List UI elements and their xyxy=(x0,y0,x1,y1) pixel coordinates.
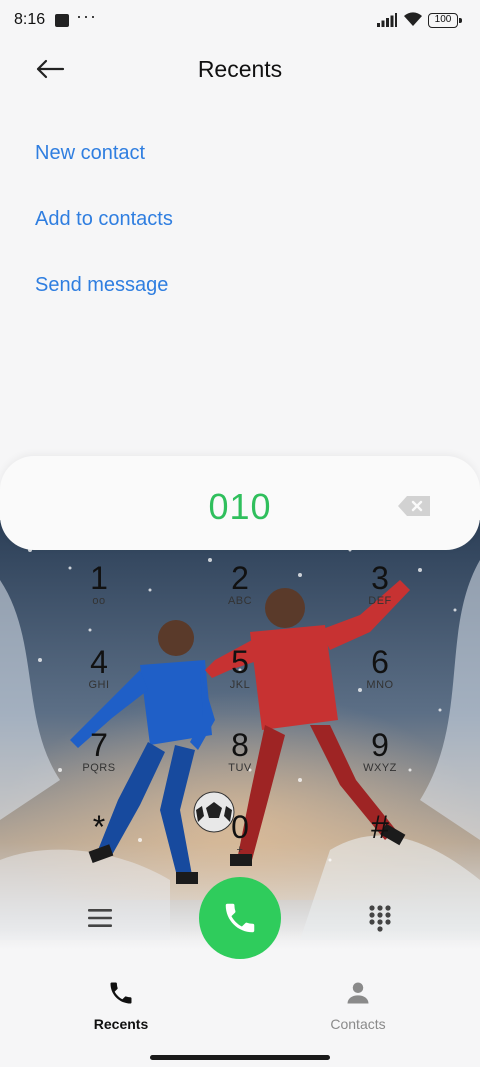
key-letters: oo xyxy=(92,595,106,607)
key-letters: WXYZ xyxy=(363,762,397,774)
key-letters: JKL xyxy=(229,679,251,691)
key-letters: TUV xyxy=(228,762,252,774)
key-digit: 2 xyxy=(231,560,249,596)
key-0[interactable]: 0 + xyxy=(195,810,285,880)
key-letters: + xyxy=(236,844,244,856)
phone-icon xyxy=(225,903,255,933)
key-9[interactable]: 9 WXYZ xyxy=(335,728,425,798)
key-3[interactable]: 3 DEF xyxy=(335,561,425,631)
dialpad-icon xyxy=(369,905,391,932)
key-digit: 5 xyxy=(231,644,249,680)
key-digit: 8 xyxy=(231,727,249,763)
key-1[interactable]: 1 oo xyxy=(54,561,144,631)
key-6[interactable]: 6 MNO xyxy=(335,645,425,715)
call-button[interactable] xyxy=(199,877,281,959)
key-5[interactable]: 5 JKL xyxy=(195,645,285,715)
battery-level: 100 xyxy=(434,14,452,25)
key-digit: 0 xyxy=(231,809,249,845)
signal-icon xyxy=(377,13,397,27)
tab-contacts-label: Contacts xyxy=(330,1016,386,1032)
wifi-icon xyxy=(404,12,422,26)
hamburger-menu-icon xyxy=(88,909,112,927)
new-contact-link[interactable]: New contact xyxy=(35,142,145,165)
backspace-icon[interactable] xyxy=(396,494,432,518)
battery-icon: 100 xyxy=(428,13,462,28)
key-4[interactable]: 4 GHI xyxy=(54,645,144,715)
key-star[interactable]: * xyxy=(54,810,144,880)
key-letters: MNO xyxy=(366,679,394,691)
tab-contacts[interactable]: Contacts xyxy=(298,979,418,1039)
dialpad-toggle-button[interactable] xyxy=(360,898,400,938)
home-indicator[interactable] xyxy=(150,1055,330,1060)
key-letters: ABC xyxy=(227,595,253,607)
tab-recents-label: Recents xyxy=(93,1016,149,1032)
key-7[interactable]: 7 PQRS xyxy=(54,728,144,798)
key-digit: 1 xyxy=(90,560,108,596)
key-digit: 4 xyxy=(90,644,108,680)
key-letters: DEF xyxy=(368,595,392,607)
person-icon xyxy=(347,982,369,1004)
status-time: 8:16 xyxy=(14,11,46,28)
number-display-card: 010 xyxy=(0,456,480,550)
send-message-link[interactable]: Send message xyxy=(35,274,168,297)
key-hash[interactable]: # xyxy=(335,810,425,880)
phone-icon xyxy=(110,982,132,1004)
more-notifications-icon: ··· xyxy=(76,6,97,26)
key-digit: * xyxy=(92,809,106,845)
bottom-navigation: Recents Contacts xyxy=(0,965,480,1067)
menu-button[interactable] xyxy=(80,898,120,938)
key-digit: # xyxy=(371,809,389,845)
status-bar: 8:16 ··· 100 xyxy=(0,0,480,44)
key-digit: 9 xyxy=(371,727,389,763)
key-8[interactable]: 8 TUV xyxy=(195,728,285,798)
key-2[interactable]: 2 ABC xyxy=(195,561,285,631)
key-digit: 6 xyxy=(371,644,389,680)
add-to-contacts-link[interactable]: Add to contacts xyxy=(35,208,173,231)
page-title: Recents xyxy=(197,56,283,82)
notification-icon xyxy=(55,14,69,27)
key-digit: 3 xyxy=(371,560,389,596)
key-letters: PQRS xyxy=(82,762,116,774)
tab-recents[interactable]: Recents xyxy=(61,979,181,1039)
key-letters: GHI xyxy=(88,679,110,691)
key-digit: 7 xyxy=(90,727,108,763)
